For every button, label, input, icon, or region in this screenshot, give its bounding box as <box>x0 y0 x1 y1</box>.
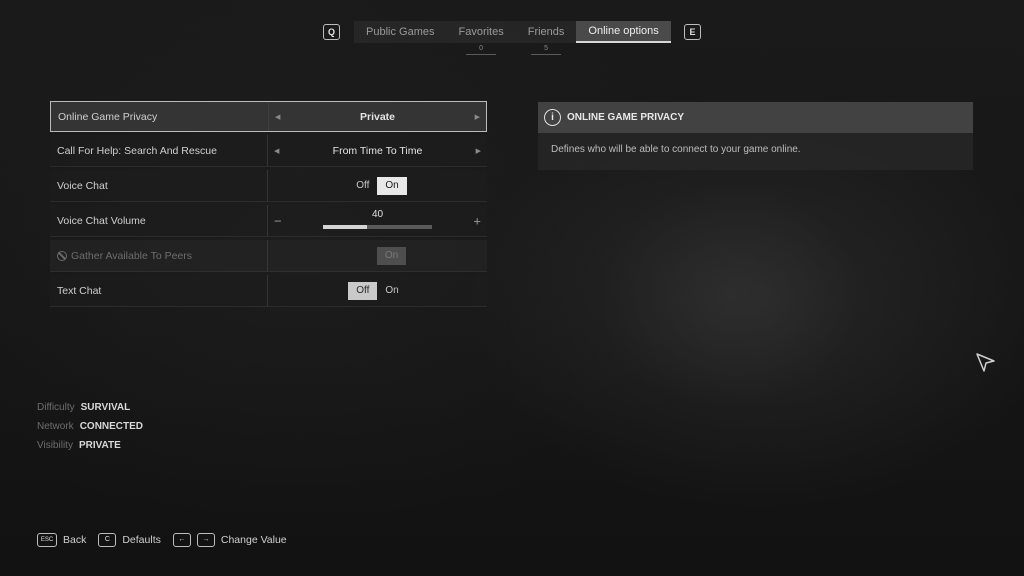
setting-label: Voice Chat <box>50 170 268 201</box>
status-network: Network CONNECTED <box>37 417 143 436</box>
status-difficulty: Difficulty SURVIVAL <box>37 398 143 417</box>
tab-public-games[interactable]: Public Games <box>354 21 446 43</box>
privacy-selector[interactable]: ◀ Private ▶ <box>269 102 486 131</box>
selector-value: From Time To Time <box>332 144 423 157</box>
settings-list: Online Game Privacy ◀ Private ▶ Call For… <box>50 101 487 310</box>
minus-icon[interactable]: − <box>274 213 282 228</box>
setting-label: Online Game Privacy <box>51 102 269 131</box>
voice-volume-slider[interactable]: − 40 + <box>268 205 487 236</box>
toggle-on-option: On <box>376 246 407 265</box>
setting-label: Voice Chat Volume <box>50 205 268 236</box>
info-header: i ONLINE GAME PRIVACY <box>538 102 973 133</box>
next-tab-key-hint[interactable]: E <box>684 24 701 40</box>
info-title: ONLINE GAME PRIVACY <box>567 112 685 123</box>
tab-label: Favorites <box>458 26 504 38</box>
status-visibility: Visibility PRIVATE <box>37 436 143 455</box>
setting-gather-available-to-peers: Gather Available To Peers On <box>50 240 487 272</box>
toggle-on-option[interactable]: On <box>377 176 407 195</box>
toggle-off-option[interactable]: Off <box>348 281 378 300</box>
tab-favorites[interactable]: Favorites 0 <box>446 21 515 55</box>
status-value: SURVIVAL <box>80 402 131 413</box>
friends-count-badge: 5 <box>531 44 562 55</box>
arrow-right-icon[interactable]: ▶ <box>475 113 480 121</box>
top-tab-bar: Public Games Favorites 0 Friends 5 Onlin… <box>354 21 671 55</box>
plus-icon[interactable]: + <box>473 213 481 228</box>
setting-voice-chat-volume[interactable]: Voice Chat Volume − 40 + <box>50 205 487 237</box>
status-key: Visibility <box>37 440 73 451</box>
call-for-help-selector[interactable]: ◀ From Time To Time ▶ <box>268 135 487 166</box>
toggle-on-option[interactable]: On <box>377 282 406 300</box>
c-key-icon: C <box>98 533 117 547</box>
game-status: Difficulty SURVIVAL Network CONNECTED Vi… <box>37 398 143 455</box>
info-icon: i <box>544 109 561 126</box>
selector-value: Private <box>359 110 396 123</box>
tab-friends[interactable]: Friends 5 <box>516 21 577 55</box>
mouse-cursor-icon <box>976 353 995 372</box>
change-value-label: Change Value <box>220 534 287 546</box>
info-description: Defines who will be able to connect to y… <box>551 144 801 155</box>
slider-track[interactable] <box>323 225 432 229</box>
setting-voice-chat[interactable]: Voice Chat Off On <box>50 170 487 202</box>
arrow-right-icon[interactable]: ▶ <box>476 147 481 155</box>
setting-label-wrap: Gather Available To Peers <box>50 240 268 271</box>
status-value: PRIVATE <box>78 440 121 451</box>
tab-label: Online options <box>588 25 659 37</box>
slider-fill <box>323 225 367 229</box>
change-value-hint[interactable]: ← → Change Value <box>172 533 287 547</box>
blocked-icon <box>57 250 67 261</box>
defaults-label: Defaults <box>122 534 161 546</box>
game-menu-screen: Q Public Games Favorites 0 Friends 5 Onl… <box>0 0 1024 576</box>
setting-text-chat[interactable]: Text Chat Off On <box>50 275 487 307</box>
favorites-count-badge: 0 <box>466 44 497 55</box>
esc-key-icon: ESC <box>37 533 57 547</box>
arrow-right-key-icon: → <box>196 533 215 547</box>
control-hints: ESC Back C Defaults ← → Change Value <box>37 533 299 547</box>
tab-label: Public Games <box>366 26 435 38</box>
status-key: Network <box>37 421 74 432</box>
defaults-hint[interactable]: C Defaults <box>98 533 161 547</box>
setting-label: Call For Help: Search And Rescue <box>50 135 268 166</box>
back-label: Back <box>63 534 87 546</box>
back-hint[interactable]: ESC Back <box>37 533 86 547</box>
status-key: Difficulty <box>37 402 75 413</box>
arrow-left-icon[interactable]: ◀ <box>274 147 279 155</box>
voice-chat-toggle[interactable]: Off On <box>268 170 487 201</box>
arrow-left-key-icon: ← <box>172 533 191 547</box>
toggle-off-option[interactable]: Off <box>348 177 377 195</box>
gather-toggle: On <box>268 240 487 271</box>
background-figure <box>600 180 860 410</box>
setting-call-for-help[interactable]: Call For Help: Search And Rescue ◀ From … <box>50 135 487 167</box>
setting-label: Gather Available To Peers <box>71 249 193 262</box>
text-chat-toggle[interactable]: Off On <box>268 275 487 306</box>
setting-online-game-privacy[interactable]: Online Game Privacy ◀ Private ▶ <box>50 101 487 132</box>
setting-info-panel: i ONLINE GAME PRIVACY Defines who will b… <box>538 102 973 170</box>
prev-tab-key-hint[interactable]: Q <box>323 24 340 40</box>
arrow-left-icon[interactable]: ◀ <box>275 113 280 121</box>
tab-label: Friends <box>527 26 565 38</box>
tab-online-options[interactable]: Online options <box>576 21 671 43</box>
setting-label: Text Chat <box>50 275 268 306</box>
slider-value: 40 <box>371 209 384 220</box>
status-value: CONNECTED <box>79 421 144 432</box>
